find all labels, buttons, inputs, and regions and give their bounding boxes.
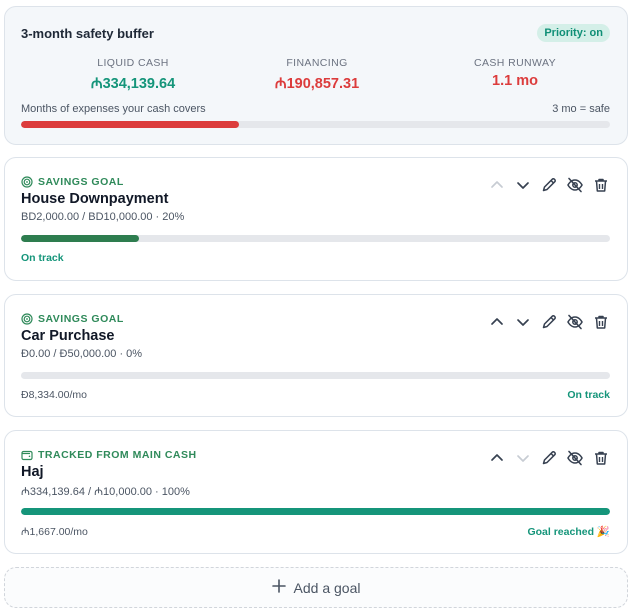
wallet-icon: [21, 449, 33, 461]
eye-off-icon: [566, 313, 584, 331]
edit-goal-button[interactable]: [540, 313, 558, 331]
goal-progress-track: [21, 372, 610, 379]
add-goal-button[interactable]: Add a goal: [4, 567, 628, 608]
move-down-button: [514, 449, 532, 467]
goal-kicker: SAVINGS GOAL: [21, 313, 124, 325]
delete-goal-button[interactable]: [592, 176, 610, 194]
currency-symbol: ₼: [90, 76, 103, 92]
plus-icon: [271, 579, 286, 596]
goal-title: Car Purchase: [21, 328, 115, 344]
hide-goal-button[interactable]: [566, 176, 584, 194]
pencil-icon: [540, 449, 558, 467]
goal-kicker-label: TRACKED FROM MAIN CASH: [38, 449, 197, 461]
delete-goal-button[interactable]: [592, 449, 610, 467]
liquid-cash-stat: LIQUID CASH ₼334,139.64: [33, 57, 233, 93]
goal-actions: [488, 313, 610, 331]
safety-buffer-card: 3-month safety buffer Priority: on LIQUI…: [4, 6, 628, 145]
goal-footer-left: Ð8,334.00/mo: [21, 389, 87, 401]
pencil-icon: [540, 176, 558, 194]
chevron-down-icon: [514, 176, 532, 194]
move-down-button[interactable]: [514, 313, 532, 331]
goal-title: House Downpayment: [21, 191, 169, 207]
chevron-down-icon: [514, 449, 532, 467]
goal-actions: [488, 176, 610, 194]
chevron-up-icon: [488, 176, 506, 194]
buffer-progress-fill: [21, 121, 239, 128]
goal-progress-fill: [21, 235, 139, 242]
buffer-caption: Months of expenses your cash covers: [21, 103, 206, 115]
liquid-cash-value: ₼334,139.64: [90, 76, 176, 92]
goal-amount: BD2,000.00 / BD10,000.00 · 20%: [21, 211, 185, 223]
goal-title: Haj: [21, 464, 44, 480]
goal-footer-left: ₼1,667.00/mo: [21, 526, 88, 538]
target-icon: [21, 313, 33, 325]
move-up-button[interactable]: [488, 449, 506, 467]
goal-kicker: SAVINGS GOAL: [21, 176, 124, 188]
target-icon: [21, 176, 33, 188]
cash-runway-label: CASH RUNWAY: [474, 57, 556, 69]
chevron-down-icon: [514, 313, 532, 331]
priority-badge[interactable]: Priority: on: [537, 24, 610, 42]
edit-goal-button[interactable]: [540, 449, 558, 467]
buffer-safe-label: 3 mo = safe: [552, 103, 610, 115]
goal-actions: [488, 449, 610, 467]
buffer-progress-track: [21, 121, 610, 128]
move-up-button: [488, 176, 506, 194]
liquid-cash-label: LIQUID CASH: [97, 57, 169, 69]
chevron-up-icon: [488, 449, 506, 467]
cash-runway-value: 1.1 mo: [492, 73, 538, 89]
goal-status: Goal reached 🎉: [527, 526, 610, 538]
hide-goal-button[interactable]: [566, 449, 584, 467]
goal-kicker: TRACKED FROM MAIN CASH: [21, 449, 197, 461]
financing-stat: FINANCING ₼190,857.31: [217, 57, 417, 93]
financing-value: ₼190,857.31: [274, 76, 360, 92]
cash-runway-stat: CASH RUNWAY 1.1 mo: [415, 57, 615, 89]
move-up-button[interactable]: [488, 313, 506, 331]
trash-icon: [592, 449, 610, 467]
goal-kicker-label: SAVINGS GOAL: [38, 176, 124, 188]
currency-symbol: ₼: [274, 76, 287, 92]
add-goal-label: Add a goal: [293, 579, 361, 596]
goal-status: On track: [567, 389, 610, 401]
goal-amount: ₼334,139.64 / ₼10,000.00 · 100%: [21, 486, 190, 498]
financing-label: FINANCING: [286, 57, 348, 69]
eye-off-icon: [566, 176, 584, 194]
goal-progress-track: [21, 235, 610, 242]
trash-icon: [592, 313, 610, 331]
eye-off-icon: [566, 449, 584, 467]
delete-goal-button[interactable]: [592, 313, 610, 331]
hide-goal-button[interactable]: [566, 313, 584, 331]
buffer-title: 3-month safety buffer: [21, 26, 154, 41]
goal-progress-fill: [21, 508, 610, 515]
goal-card: SAVINGS GOAL Car Purchase Ð0.00 / Ð50,000.…: [4, 294, 628, 417]
move-down-button[interactable]: [514, 176, 532, 194]
edit-goal-button[interactable]: [540, 176, 558, 194]
goal-card: TRACKED FROM MAIN CASH Haj ₼334,139.64 / ₼…: [4, 430, 628, 554]
pencil-icon: [540, 313, 558, 331]
goal-card: SAVINGS GOAL House Downpayment BD2,000.00 …: [4, 157, 628, 281]
trash-icon: [592, 176, 610, 194]
goal-progress-track: [21, 508, 610, 515]
goal-footer-left: On track: [21, 252, 64, 264]
chevron-up-icon: [488, 313, 506, 331]
goal-kicker-label: SAVINGS GOAL: [38, 313, 124, 325]
goal-amount: Ð0.00 / Ð50,000.00 · 0%: [21, 348, 143, 360]
